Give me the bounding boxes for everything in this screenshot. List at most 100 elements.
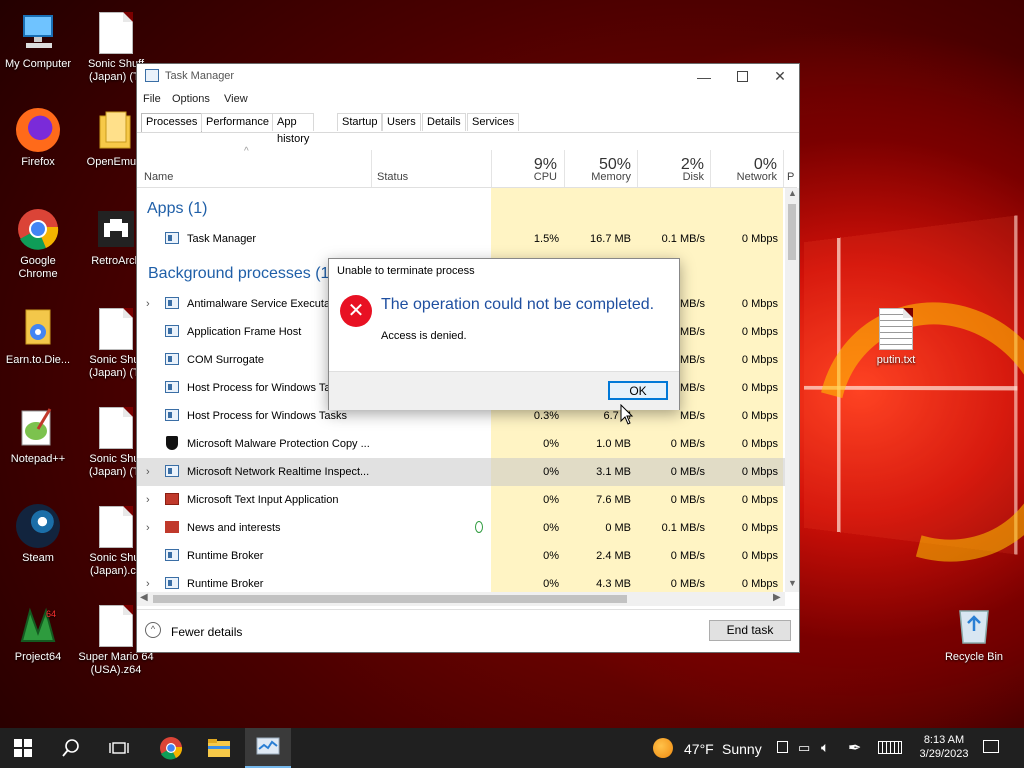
- desktop-icon-earn-to-die[interactable]: Earn.to.Die...: [0, 306, 76, 367]
- group-background[interactable]: Background processes (1: [148, 265, 329, 283]
- process-name: Microsoft Network Realtime Inspect...: [187, 466, 370, 478]
- weather-text[interactable]: Sunny: [722, 741, 762, 757]
- process-name: Host Process for Windows Ta: [187, 382, 331, 394]
- desktop-icon-notepadpp[interactable]: Notepad++: [0, 405, 76, 466]
- scroll-down-icon[interactable]: ▼: [788, 578, 797, 588]
- column-power[interactable]: P: [787, 171, 797, 183]
- chevron-up-icon[interactable]: ^: [145, 622, 161, 638]
- search-button[interactable]: [48, 728, 94, 768]
- process-icon: [165, 297, 179, 309]
- process-name: Runtime Broker: [187, 550, 264, 562]
- column-name[interactable]: Name: [144, 171, 173, 183]
- mouse-cursor-icon: [620, 404, 634, 425]
- taskbar-file-explorer[interactable]: [196, 728, 242, 768]
- tab-app-history[interactable]: App history: [272, 113, 315, 145]
- table-row[interactable]: Microsoft Malware Protection Copy ... 0%…: [137, 430, 785, 458]
- scroll-left-icon[interactable]: ◀: [140, 592, 148, 603]
- maximize-button[interactable]: [723, 64, 761, 89]
- desktop-icon-steam[interactable]: Steam: [0, 504, 76, 565]
- notifications-icon[interactable]: [983, 740, 999, 753]
- folder-icon: [94, 108, 138, 152]
- column-status[interactable]: Status: [377, 171, 408, 183]
- table-row[interactable]: › News and interests 0% 0 MB 0.1 MB/s 0 …: [137, 514, 785, 542]
- network-value: 0 Mbps: [741, 466, 778, 478]
- menu-view[interactable]: View: [224, 93, 248, 105]
- clock[interactable]: 8:13 AM 3/29/2023: [912, 733, 976, 761]
- process-icon: [165, 353, 179, 365]
- chevron-right-icon[interactable]: ›: [146, 522, 150, 534]
- tab-services[interactable]: Services: [467, 113, 520, 131]
- weather-temp[interactable]: 47°F: [684, 741, 714, 757]
- desktop-icon-putin-txt[interactable]: putin.txt: [858, 306, 934, 367]
- menu-file[interactable]: File: [143, 93, 161, 105]
- taskbar-chrome[interactable]: [148, 728, 194, 768]
- news-icon: [165, 521, 179, 533]
- task-view-icon: [109, 742, 129, 754]
- dialog-title: Unable to terminate process: [337, 265, 475, 277]
- desktop-icon-my-computer[interactable]: My Computer: [0, 10, 76, 71]
- tab-processes[interactable]: Processes: [141, 113, 203, 133]
- tab-performance[interactable]: Performance: [201, 113, 274, 131]
- table-row[interactable]: Task Manager 1.5% 16.7 MB 0.1 MB/s 0 Mbp…: [137, 225, 785, 253]
- fewer-details-link[interactable]: Fewer details: [171, 625, 242, 639]
- scroll-up-icon[interactable]: ▲: [788, 188, 797, 198]
- vertical-scroll-thumb[interactable]: [788, 204, 796, 260]
- scroll-right-icon[interactable]: ▶: [773, 592, 781, 603]
- keyboard-icon[interactable]: [878, 741, 902, 754]
- close-button[interactable]: ✕: [761, 64, 799, 89]
- ok-button[interactable]: OK: [608, 381, 668, 400]
- tab-users[interactable]: Users: [382, 113, 421, 131]
- maximize-icon: [736, 71, 748, 82]
- network-icon[interactable]: ▭: [798, 740, 810, 756]
- table-row[interactable]: Runtime Broker 0% 2.4 MB 0 MB/s 0 Mbps: [137, 542, 785, 570]
- disk-value: 0 MB/s: [670, 578, 705, 590]
- column-network[interactable]: Network: [715, 171, 777, 183]
- pen-icon[interactable]: ✒︎: [848, 738, 861, 758]
- volume-icon[interactable]: 🔈︎: [821, 739, 829, 756]
- table-row[interactable]: › Runtime Broker 0% 4.3 MB 0 MB/s 0 Mbps: [137, 570, 785, 592]
- cpu-value: 0%: [543, 522, 559, 534]
- shield-icon: [166, 436, 178, 450]
- chevron-right-icon[interactable]: ›: [146, 298, 150, 310]
- chevron-right-icon[interactable]: ›: [146, 494, 150, 506]
- menu-options[interactable]: Options: [172, 93, 210, 105]
- desktop-icon-chrome[interactable]: Google Chrome: [0, 207, 76, 281]
- column-cpu[interactable]: CPU: [497, 171, 557, 183]
- chevron-right-icon[interactable]: ›: [146, 578, 150, 590]
- keyboard-app-icon: [165, 493, 179, 505]
- network-value: 0 Mbps: [741, 578, 778, 590]
- window-title: Task Manager: [165, 70, 235, 82]
- table-row[interactable]: › Microsoft Text Input Application 0% 7.…: [137, 486, 785, 514]
- disk-value: 0 MB/s: [670, 466, 705, 478]
- network-value: 0 Mbps: [741, 522, 778, 534]
- desktop-icon-project64[interactable]: 64 Project64: [0, 603, 76, 664]
- title-bar[interactable]: Task Manager — ✕: [137, 64, 799, 89]
- chevron-right-icon[interactable]: ›: [146, 466, 150, 478]
- horizontal-scrollbar[interactable]: ◀ ▶: [137, 592, 785, 606]
- process-icon: [165, 465, 179, 477]
- horizontal-scroll-thumb[interactable]: [153, 595, 627, 603]
- weather-sun-icon[interactable]: [653, 738, 673, 758]
- cpu-value: 0.3%: [533, 410, 559, 422]
- desktop-icon-recycle-bin[interactable]: Recycle Bin: [936, 603, 1012, 664]
- desktop-icon-firefox[interactable]: Firefox: [0, 108, 76, 169]
- memory-value: 0 MB: [605, 522, 631, 534]
- group-apps[interactable]: Apps (1): [147, 200, 207, 218]
- vertical-scrollbar[interactable]: ▲ ▼: [785, 188, 799, 592]
- minimize-icon: —: [697, 68, 711, 85]
- task-manager-icon: [165, 232, 179, 244]
- tab-details[interactable]: Details: [422, 113, 466, 131]
- table-row-selected[interactable]: › Microsoft Network Realtime Inspect... …: [137, 458, 785, 486]
- column-disk[interactable]: Disk: [642, 171, 704, 183]
- tablet-icon[interactable]: [777, 741, 788, 753]
- taskbar-task-manager[interactable]: [245, 728, 291, 768]
- start-button[interactable]: [0, 728, 46, 768]
- column-memory[interactable]: Memory: [567, 171, 631, 183]
- disk-value: 0 MB/s: [670, 438, 705, 450]
- tab-startup[interactable]: Startup: [337, 113, 383, 131]
- windows-icon: [14, 739, 32, 757]
- task-view-button[interactable]: [96, 728, 142, 768]
- column-separator: [491, 150, 492, 187]
- minimize-button[interactable]: —: [685, 64, 723, 89]
- end-task-button[interactable]: End task: [709, 620, 791, 641]
